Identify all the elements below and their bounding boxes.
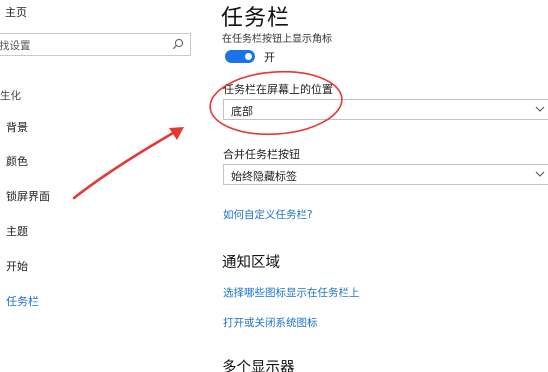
sidebar-item-themes[interactable]: 主题	[6, 223, 28, 239]
sidebar-section-heading: 生化	[0, 90, 21, 102]
toggle-state-label: 开	[264, 51, 275, 64]
toggle-knob	[245, 53, 252, 60]
page-title: 任务栏	[221, 6, 291, 31]
search-icon	[172, 38, 184, 50]
notification-area-heading: 通知区域	[222, 255, 280, 271]
badges-toggle-switch[interactable]	[225, 50, 255, 63]
annotation-arrow	[72, 127, 182, 200]
sidebar-item-background[interactable]: 背景	[6, 119, 28, 135]
select-taskbar-icons-link[interactable]: 选择哪些图标显示在任务栏上	[223, 285, 360, 300]
system-icons-toggle-link[interactable]: 打开或关闭系统图标	[223, 315, 318, 330]
multiple-displays-heading: 多个显示器	[222, 360, 295, 372]
settings-search-input[interactable]: 找设置	[0, 33, 191, 56]
combine-buttons-dropdown[interactable]: 始终隐藏标签	[223, 164, 548, 185]
sidebar-item-lock-screen[interactable]: 锁屏界面	[6, 188, 50, 204]
sidebar-item-start[interactable]: 开始	[6, 258, 28, 274]
chevron-down-icon	[535, 106, 545, 112]
small-buttons-label: 在任务栏按钮上显示角标	[222, 34, 332, 45]
taskbar-location-dropdown[interactable]: 底部	[223, 99, 548, 120]
customize-taskbar-link[interactable]: 如何自定义任务栏?	[223, 207, 313, 222]
taskbar-location-value: 底部	[231, 105, 253, 118]
annotation-arrowhead	[169, 127, 184, 140]
combine-buttons-value: 始终隐藏标签	[231, 170, 297, 183]
chevron-down-icon	[535, 171, 545, 177]
combine-buttons-label: 合并任务栏按钮	[223, 148, 300, 161]
sidebar-item-colors[interactable]: 颜色	[6, 153, 28, 169]
sidebar-item-taskbar[interactable]: 任务栏	[6, 293, 39, 309]
sidebar-home-link[interactable]: 主页	[5, 4, 27, 20]
settings-window: 主页 找设置 生化 背景 颜色 锁屏界面 主题 开始 任务栏 任务栏 在任务栏按…	[0, 0, 548, 372]
taskbar-location-label: 任务栏在屏幕上的位置	[223, 83, 333, 96]
search-placeholder: 找设置	[0, 40, 31, 52]
